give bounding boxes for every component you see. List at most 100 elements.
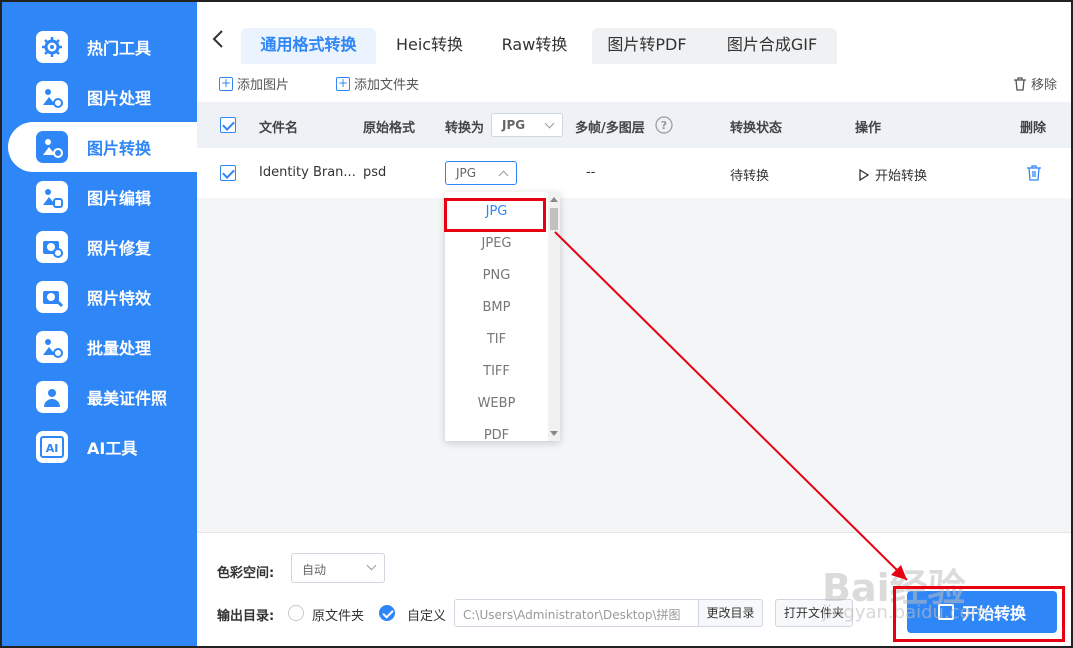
- dropdown-scrollbar[interactable]: [548, 192, 560, 441]
- add-image-button[interactable]: + 添加图片: [219, 74, 289, 93]
- sidebar-item-batch[interactable]: 批量处理: [2, 322, 197, 372]
- format-option-pdf[interactable]: PDF: [445, 420, 548, 441]
- scroll-up-arrow-icon[interactable]: [550, 197, 558, 202]
- format-option-webp[interactable]: WEBP: [445, 388, 548, 420]
- sidebar-item-label: 照片特效: [87, 289, 152, 308]
- format-option-png[interactable]: PNG: [445, 260, 548, 292]
- tab-image-to-gif[interactable]: 图片合成GIF: [712, 28, 832, 64]
- image-process-icon: [36, 81, 68, 113]
- radio-original-folder-label: 原文件夹: [312, 609, 365, 624]
- row-multi-frame: --: [586, 165, 596, 180]
- radio-custom-folder[interactable]: [379, 605, 395, 621]
- row-action-label: 开始转换: [875, 169, 928, 184]
- sidebar-item-ai-tools[interactable]: AI AI工具: [2, 422, 197, 472]
- color-space-label: 色彩空间:: [217, 566, 275, 581]
- table-header: 文件名 原始格式 转换为 JPG 多帧/多图层 ? 转换状态 操作 删除: [197, 102, 1071, 148]
- photo-effect-icon: [36, 281, 68, 313]
- plus-icon: +: [336, 75, 350, 91]
- tab-general-convert[interactable]: 通用格式转换: [241, 28, 376, 64]
- back-icon[interactable]: [211, 30, 225, 48]
- sidebar: 热门工具 图片处理 图片转换 图片编辑 照片修复 照片特效 批量处理 最美证件照…: [2, 2, 197, 646]
- row-original-format: psd: [363, 165, 387, 180]
- play-icon: [859, 168, 869, 181]
- color-space-value: 自动: [302, 563, 327, 577]
- tab-image-to-pdf[interactable]: 图片转PDF: [592, 28, 702, 64]
- add-folder-button[interactable]: + 添加文件夹: [336, 74, 419, 93]
- row-filename: Identity Bran...: [259, 165, 356, 180]
- plus-icon: +: [219, 75, 233, 91]
- header-status: 转换状态: [730, 121, 783, 136]
- main-panel: 通用格式转换 Heic转换 Raw转换 图片转PDF 图片合成GIF + 添加图…: [197, 2, 1071, 646]
- convert-all-value: JPG: [502, 118, 526, 132]
- sidebar-item-photo-repair[interactable]: 照片修复: [2, 222, 197, 272]
- tab-bar: 通用格式转换 Heic转换 Raw转换 图片转PDF 图片合成GIF: [197, 2, 1071, 64]
- row-format-value: JPG: [456, 166, 477, 180]
- output-path-input[interactable]: C:\Users\Administrator\Desktop\拼图: [454, 599, 698, 627]
- header-original-format: 原始格式: [363, 121, 416, 136]
- trash-icon: [1014, 76, 1026, 91]
- highlight-jpg-option: [444, 198, 546, 232]
- table-row: Identity Bran... psd JPG -- 待转换 开始转换: [197, 148, 1071, 198]
- add-image-label: 添加图片: [237, 78, 290, 93]
- sidebar-item-label: 批量处理: [87, 339, 152, 358]
- add-folder-label: 添加文件夹: [354, 78, 420, 93]
- scrollbar-thumb[interactable]: [550, 208, 558, 230]
- chevron-down-icon: [544, 118, 555, 129]
- row-start-convert-button[interactable]: 开始转换: [859, 165, 927, 184]
- toolbar: + 添加图片 + 添加文件夹 移除: [197, 64, 1071, 102]
- sidebar-item-photo-effect[interactable]: 照片特效: [2, 272, 197, 322]
- chevron-up-icon: [498, 170, 509, 181]
- radio-custom-folder-label: 自定义: [407, 609, 447, 624]
- select-all-checkbox[interactable]: [220, 117, 236, 133]
- delete-row-icon[interactable]: [1026, 165, 1042, 181]
- header-delete: 删除: [1020, 121, 1047, 136]
- tab-raw-convert[interactable]: Raw转换: [487, 28, 582, 64]
- row-checkbox[interactable]: [220, 165, 236, 181]
- radio-original-folder[interactable]: [288, 605, 304, 621]
- sidebar-item-label: 图片转换: [87, 139, 152, 158]
- sidebar-item-image-convert[interactable]: 图片转换: [8, 122, 197, 172]
- convert-all-select[interactable]: JPG: [491, 113, 563, 137]
- header-convert-to: 转换为: [445, 121, 485, 136]
- file-list-area: [197, 198, 1071, 532]
- sidebar-item-hot-tools[interactable]: 热门工具: [2, 22, 197, 72]
- sidebar-item-label: 图片编辑: [87, 189, 152, 208]
- change-dir-button[interactable]: 更改目录: [698, 599, 763, 627]
- image-convert-icon: [36, 131, 68, 163]
- id-photo-icon: [36, 381, 68, 413]
- output-dir-label: 输出目录:: [217, 609, 275, 624]
- batch-icon: [36, 331, 68, 363]
- header-action: 操作: [855, 121, 882, 136]
- remove-button[interactable]: 移除: [1013, 74, 1057, 93]
- scroll-down-arrow-icon[interactable]: [550, 431, 558, 436]
- svg-text:?: ?: [661, 119, 667, 132]
- photo-repair-icon: [36, 231, 68, 263]
- ai-icon: AI: [36, 431, 68, 463]
- sidebar-item-label: AI工具: [87, 439, 138, 458]
- color-space-select[interactable]: 自动: [291, 553, 385, 583]
- header-multi-frame: 多帧/多图层: [575, 121, 645, 136]
- app-window: 热门工具 图片处理 图片转换 图片编辑 照片修复 照片特效 批量处理 最美证件照…: [0, 0, 1073, 648]
- svg-text:AI: AI: [46, 442, 59, 455]
- sidebar-item-label: 热门工具: [87, 39, 152, 58]
- sidebar-item-id-photo[interactable]: 最美证件照: [2, 372, 197, 422]
- sidebar-item-image-process[interactable]: 图片处理: [2, 72, 197, 122]
- sidebar-item-label: 最美证件照: [87, 389, 168, 408]
- sidebar-item-image-edit[interactable]: 图片编辑: [2, 172, 197, 222]
- tab-heic-convert[interactable]: Heic转换: [382, 28, 477, 64]
- sidebar-item-label: 照片修复: [87, 239, 152, 258]
- highlight-start-button: [893, 586, 1065, 642]
- row-status: 待转换: [730, 169, 770, 184]
- gear-icon: [36, 31, 68, 63]
- format-option-tif[interactable]: TIF: [445, 324, 548, 356]
- row-format-select[interactable]: JPG: [445, 161, 517, 185]
- help-icon[interactable]: ?: [655, 116, 673, 134]
- format-option-bmp[interactable]: BMP: [445, 292, 548, 324]
- format-option-jpeg[interactable]: JPEG: [445, 228, 548, 260]
- sidebar-item-label: 图片处理: [87, 89, 152, 108]
- header-filename: 文件名: [259, 121, 299, 136]
- remove-label: 移除: [1031, 78, 1058, 93]
- chevron-down-icon: [366, 560, 377, 571]
- image-edit-icon: [36, 181, 68, 213]
- format-option-tiff[interactable]: TIFF: [445, 356, 548, 388]
